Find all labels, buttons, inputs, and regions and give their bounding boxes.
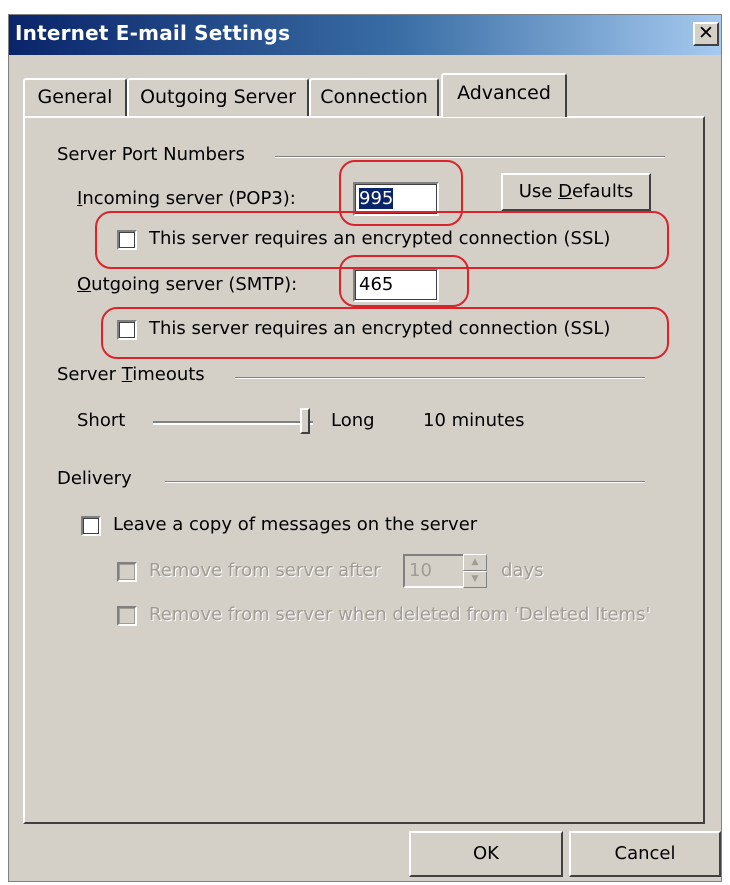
window-title: Internet E-mail Settings bbox=[15, 21, 291, 45]
internet-email-settings-dialog: Internet E-mail Settings ✕ General Outgo… bbox=[8, 14, 722, 882]
tab-connection[interactable]: Connection bbox=[309, 78, 439, 116]
advanced-tab-panel: Server Port Numbers Incoming server (POP… bbox=[23, 116, 705, 824]
outgoing-server-label-rest: utgoing server (SMTP): bbox=[91, 274, 298, 295]
incoming-server-label: Incoming server (POP3): bbox=[77, 188, 296, 209]
days-spinner[interactable]: ▲ ▼ bbox=[463, 554, 487, 588]
remove-deleted-label: Remove from server when deleted from 'De… bbox=[149, 604, 651, 625]
leave-copy-label: Leave a copy of messages on the server bbox=[113, 514, 478, 535]
leave-copy-checkbox[interactable] bbox=[81, 516, 101, 536]
incoming-port-input[interactable]: 995 bbox=[353, 182, 439, 216]
incoming-ssl-checkbox[interactable] bbox=[117, 230, 137, 250]
tab-outgoing-server[interactable]: Outgoing Server bbox=[127, 78, 309, 116]
timeout-slider-track[interactable] bbox=[153, 421, 313, 425]
tab-advanced[interactable]: Advanced bbox=[441, 73, 567, 117]
tab-general[interactable]: General bbox=[23, 78, 127, 116]
group-divider bbox=[235, 377, 645, 379]
timeout-slider-thumb[interactable] bbox=[300, 408, 310, 434]
days-label: days bbox=[501, 560, 544, 581]
outgoing-port-input[interactable]: 465 bbox=[353, 268, 439, 302]
outgoing-port-value: 465 bbox=[359, 274, 394, 295]
use-defaults-button[interactable]: Use Defaults bbox=[501, 173, 651, 211]
spin-down-icon[interactable]: ▼ bbox=[463, 571, 487, 588]
remove-after-days-value: 10 bbox=[409, 560, 432, 581]
slider-long-label: Long bbox=[331, 410, 375, 431]
outgoing-server-label: Outgoing server (SMTP): bbox=[77, 274, 298, 295]
remove-after-checkbox[interactable] bbox=[117, 562, 137, 582]
server-timeouts-heading: Server Timeouts bbox=[57, 364, 213, 385]
remove-after-days-input[interactable]: 10 bbox=[403, 554, 465, 588]
spin-up-icon[interactable]: ▲ bbox=[463, 554, 487, 571]
group-divider bbox=[275, 156, 665, 158]
timeout-value: 10 minutes bbox=[423, 410, 525, 431]
slider-short-label: Short bbox=[77, 410, 126, 431]
close-icon[interactable]: ✕ bbox=[693, 22, 719, 46]
title-bar: Internet E-mail Settings ✕ bbox=[9, 15, 721, 55]
server-port-numbers-heading: Server Port Numbers bbox=[57, 144, 253, 165]
incoming-ssl-label: This server requires an encrypted connec… bbox=[149, 228, 611, 249]
outgoing-ssl-label: This server requires an encrypted connec… bbox=[149, 318, 611, 339]
incoming-server-label-rest: ncoming server (POP3): bbox=[82, 188, 296, 209]
outgoing-ssl-checkbox[interactable] bbox=[117, 320, 137, 340]
group-divider bbox=[165, 481, 645, 483]
cancel-button[interactable]: Cancel bbox=[569, 831, 721, 877]
delivery-heading: Delivery bbox=[57, 468, 140, 489]
ok-button[interactable]: OK bbox=[409, 831, 563, 877]
remove-deleted-checkbox[interactable] bbox=[117, 606, 137, 626]
remove-after-label: Remove from server after bbox=[149, 560, 381, 581]
incoming-port-value: 995 bbox=[359, 188, 394, 209]
